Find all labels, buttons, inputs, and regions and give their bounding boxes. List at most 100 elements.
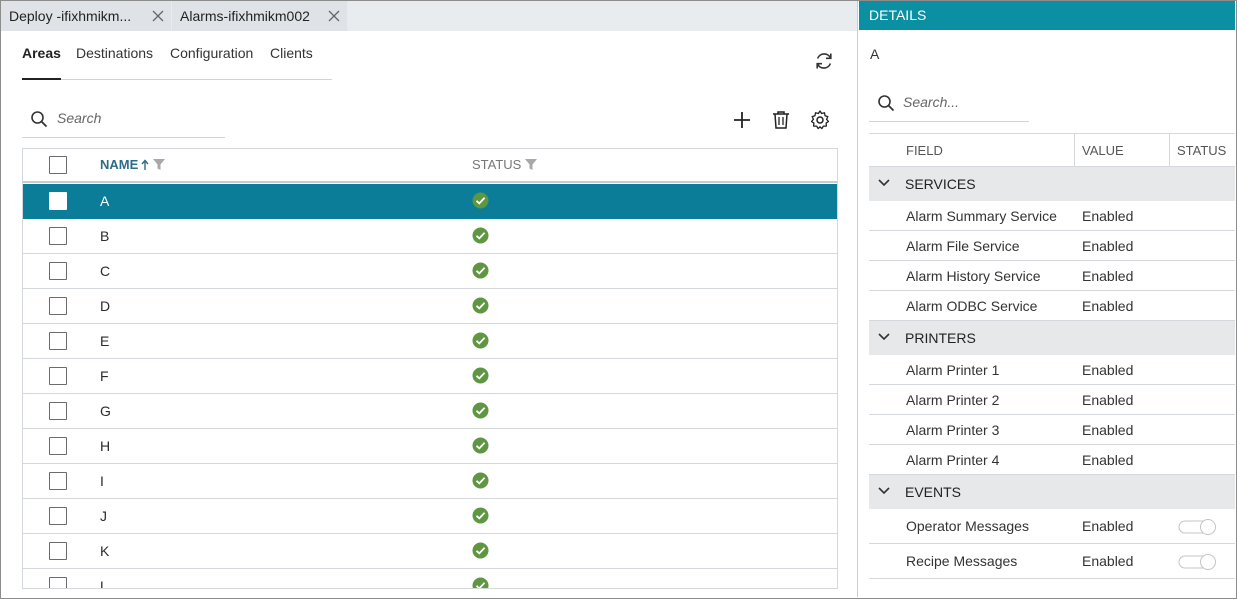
table-row[interactable]: K [23,534,837,569]
row-name: I [100,473,104,489]
column-divider [1169,134,1170,167]
detail-row[interactable]: Alarm ODBC Service Enabled [869,291,1235,321]
row-name: C [100,263,111,279]
row-checkbox[interactable] [49,262,67,280]
grid-body: A B C D E F G H I J K L [23,184,837,588]
details-search-input[interactable]: Search... [903,94,959,110]
table-row[interactable]: E [23,324,837,359]
filter-icon[interactable] [524,158,538,171]
status-ok-icon [472,437,489,454]
search-field[interactable]: Search [22,104,225,138]
search-input[interactable]: Search [57,110,101,126]
column-header-status[interactable]: STATUS [1177,143,1226,158]
group-services[interactable]: SERVICES [869,167,1235,201]
row-checkbox[interactable] [49,367,67,385]
doc-tab-alarms[interactable]: Alarms-ifixhmikm002 [172,1,347,31]
search-icon [878,95,895,112]
table-row[interactable]: J [23,499,837,534]
column-header-name-label: NAME [100,157,139,172]
doc-tab-label: Alarms-ifixhmikm002 [180,8,310,24]
trash-icon[interactable] [770,109,792,131]
row-checkbox[interactable] [49,507,67,525]
search-icon [31,111,48,128]
row-checkbox[interactable] [49,297,67,315]
doc-tab-deploy[interactable]: Deploy -ifixhmikm... [1,1,171,31]
group-printers[interactable]: PRINTERS [869,321,1235,355]
table-row[interactable]: D [23,289,837,324]
chevron-down-icon[interactable] [877,178,891,188]
close-icon[interactable] [151,9,165,23]
table-row[interactable]: B [23,219,837,254]
table-row[interactable]: C [23,254,837,289]
field-value: Enabled [1082,422,1134,438]
detail-row[interactable]: Alarm Summary Service Enabled [869,201,1235,231]
row-checkbox[interactable] [49,192,67,210]
close-icon[interactable] [327,9,341,23]
group-events[interactable]: EVENTS [869,475,1235,509]
status-toggle[interactable] [1178,554,1218,570]
row-checkbox[interactable] [49,227,67,245]
detail-row[interactable]: Operator Messages Enabled [869,509,1235,544]
field-value: Enabled [1082,268,1134,284]
tab-destinations[interactable]: Destinations [76,45,153,79]
detail-row[interactable]: Alarm History Service Enabled [869,261,1235,291]
field-name: Alarm Printer 2 [906,392,1000,408]
column-header-value[interactable]: VALUE [1082,143,1124,158]
sort-ascending-icon[interactable] [141,158,149,171]
tab-configuration[interactable]: Configuration [170,45,253,79]
tab-areas[interactable]: Areas [22,45,61,80]
row-checkbox[interactable] [49,577,67,588]
table-row[interactable]: F [23,359,837,394]
detail-row[interactable]: Alarm Printer 3 Enabled [869,415,1235,445]
row-checkbox[interactable] [49,542,67,560]
pane-divider[interactable] [857,1,858,597]
select-all-checkbox[interactable] [49,156,67,174]
row-name: F [100,368,109,384]
field-value: Enabled [1082,392,1134,408]
row-checkbox[interactable] [49,332,67,350]
row-checkbox[interactable] [49,437,67,455]
areas-grid: NAME STATUS A B C D E F G H I J K L [22,148,838,589]
chevron-down-icon[interactable] [877,332,891,342]
tab-clients[interactable]: Clients [270,45,313,79]
field-value: Enabled [1082,298,1134,314]
column-header-status[interactable]: STATUS [472,157,538,172]
plus-icon[interactable] [731,109,753,131]
field-value: Enabled [1082,208,1134,224]
detail-row[interactable]: Alarm File Service Enabled [869,231,1235,261]
chevron-down-icon[interactable] [877,486,891,496]
document-tab-strip: Deploy -ifixhmikm... Alarms-ifixhmikm002 [1,1,857,31]
grid-header: NAME STATUS [23,149,837,183]
column-header-status-label: STATUS [472,157,522,172]
column-header-name[interactable]: NAME [100,157,166,172]
row-name: K [100,543,110,559]
table-row[interactable]: I [23,464,837,499]
table-row[interactable]: G [23,394,837,429]
group-label: PRINTERS [905,330,976,346]
status-ok-icon [472,507,489,524]
status-ok-icon [472,367,489,384]
status-ok-icon [472,472,489,489]
row-checkbox[interactable] [49,472,67,490]
field-name: Recipe Messages [906,553,1018,569]
table-row[interactable]: A [23,184,837,219]
doc-tab-label: Deploy -ifixhmikm... [9,8,132,24]
field-name: Alarm Printer 1 [906,362,1000,378]
details-search-field[interactable]: Search... [869,88,1029,122]
refresh-icon[interactable] [813,50,835,72]
table-row[interactable]: H [23,429,837,464]
gear-icon[interactable] [809,109,831,131]
status-toggle[interactable] [1178,519,1218,535]
row-checkbox[interactable] [49,402,67,420]
details-header: DETAILS [859,1,1235,30]
section-tabs: Areas Destinations Configuration Clients [22,45,332,80]
detail-row[interactable]: Recipe Messages Enabled [869,544,1235,579]
detail-row[interactable]: Alarm Printer 4 Enabled [869,445,1235,475]
filter-icon[interactable] [152,158,166,171]
table-row[interactable]: L [23,569,837,588]
column-header-field[interactable]: FIELD [906,143,943,158]
detail-row[interactable]: Alarm Printer 1 Enabled [869,355,1235,385]
detail-row[interactable]: Alarm Printer 2 Enabled [869,385,1235,415]
field-value: Enabled [1082,362,1134,378]
status-ok-icon [472,262,489,279]
